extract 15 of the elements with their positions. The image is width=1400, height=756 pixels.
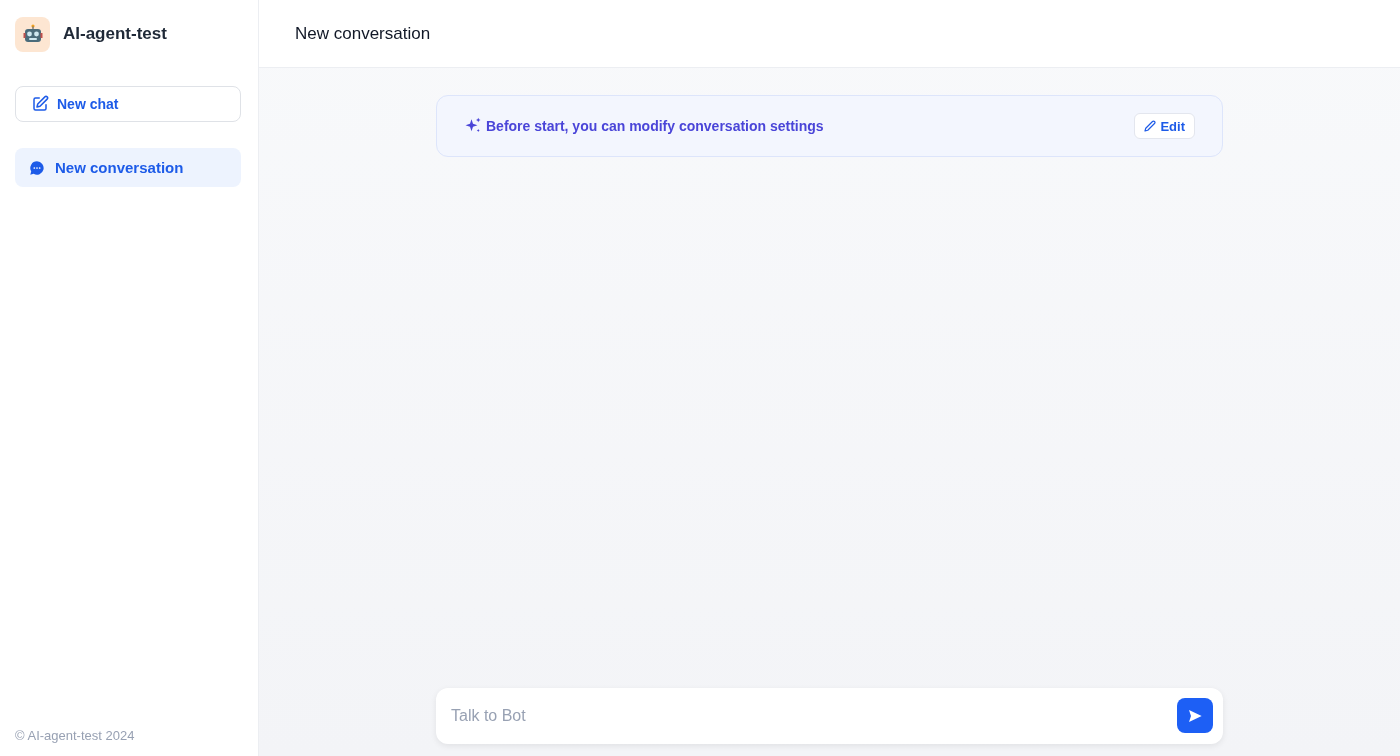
new-chat-button[interactable]: New chat [15,86,241,122]
app-name: AI-agent-test [63,24,167,44]
copyright-text: © AI-agent-test 2024 [15,728,136,745]
conversation-title: New conversation [295,23,431,44]
send-button[interactable] [1177,698,1213,733]
chat-bubble-icon [29,159,45,176]
robot-icon [15,16,50,52]
edit-icon [31,95,49,113]
conversation-item[interactable]: New conversation [15,148,241,187]
pencil-icon [1144,120,1157,132]
message-input[interactable]: Talk to Bot [436,688,1223,744]
sparkles-icon [464,117,482,135]
send-icon [1187,707,1203,724]
banner-text: Before start, you can modify conversation settings [486,118,825,134]
edit-button[interactable]: Edit [1134,113,1195,139]
